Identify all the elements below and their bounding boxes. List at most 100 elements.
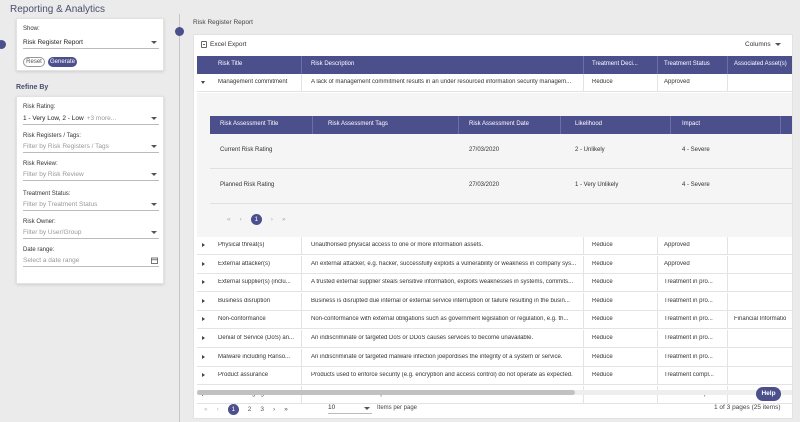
prev-page-button[interactable]: ‹ [217, 406, 219, 413]
treatment-decision-cell: Reduce [592, 335, 613, 341]
expand-row-icon[interactable] [202, 373, 205, 378]
chevron-down-icon [151, 173, 157, 176]
next-page-button[interactable]: › [271, 216, 273, 223]
excel-export-button[interactable]: Excel Export [201, 41, 247, 48]
page-1-button[interactable]: 1 [227, 404, 239, 415]
table-row[interactable]: Physical threat(s) Unauthorised physical … [197, 237, 792, 255]
subtable-header: Risk Assessment Title Risk Assessment Ta… [210, 116, 792, 134]
items-per-page-value: 10 [328, 404, 336, 411]
help-button[interactable]: Help [756, 387, 781, 401]
expand-row-icon[interactable] [202, 336, 205, 340]
expand-row-icon[interactable] [202, 261, 205, 266]
subcolumn-header-impact[interactable]: Impact [682, 121, 700, 127]
table-row[interactable]: Malware including Ranso... An indiscrimin… [197, 348, 792, 367]
expand-row-icon[interactable] [202, 298, 205, 303]
cell-divider [583, 274, 584, 293]
last-page-button[interactable]: » [284, 406, 288, 413]
cell-divider [727, 274, 728, 293]
column-header-treatment-decision[interactable]: Treatment Deci... [592, 61, 638, 67]
subtable-row[interactable]: Planned Risk Rating 27/03/2020 1 - Very … [210, 169, 792, 204]
subcolumn-header-assessment-title[interactable]: Risk Assessment Title [220, 121, 278, 127]
risk-rating-select[interactable]: 1 - Very Low, 2 - Low +3 more... [23, 114, 159, 125]
subcolumn-header-assessment-date[interactable]: Risk Assessment Date [469, 121, 529, 127]
cell-divider [301, 237, 302, 255]
risk-title-cell: Malware including Ranso... [218, 353, 291, 360]
show-select[interactable]: Risk Register Report [23, 38, 159, 49]
scrollbar-thumb[interactable] [197, 390, 575, 395]
table-row[interactable]: Denial of Service (DoS) an... An indiscri… [197, 330, 792, 348]
cell-divider [727, 255, 728, 274]
cell-divider [583, 311, 584, 330]
risk-registers-select[interactable]: Filter by Risk Registers / Tags [23, 142, 159, 153]
cell-divider [301, 274, 302, 293]
risk-title-cell: Physical threat(s) [218, 242, 265, 248]
risk-review-select[interactable]: Filter by Risk Review [23, 170, 159, 181]
cell-divider [301, 255, 302, 274]
page-2-button[interactable]: 2 [248, 406, 252, 413]
refine-by-heading: Refine By [16, 84, 49, 91]
prev-page-button[interactable]: ‹ [240, 216, 242, 223]
next-page-button[interactable]: › [273, 406, 275, 413]
subcolumn-header-likelihood[interactable]: Likelihood [575, 121, 602, 127]
expand-row-icon[interactable] [202, 317, 205, 322]
column-header-treatment-status[interactable]: Treatment Status [664, 61, 710, 67]
subtable-row[interactable]: Current Risk Rating 27/03/2020 2 - Unlik… [210, 134, 792, 169]
column-header-associated-assets[interactable]: Associated Asset(s) [734, 61, 787, 67]
table-row[interactable]: Product assurance Products used to enforc… [197, 367, 792, 386]
collapse-row-icon[interactable] [201, 81, 205, 84]
collapse-middle-panel-button[interactable] [175, 27, 184, 36]
assessment-date-cell: 27/03/2020 [469, 147, 500, 153]
columns-button[interactable]: Columns [745, 41, 781, 48]
items-per-page-select[interactable]: 10 [328, 404, 372, 414]
filters-card: Risk Rating: 1 - Very Low, 2 - Low +3 mor… [16, 96, 164, 284]
treatment-decision-cell: Reduce [592, 242, 613, 248]
risk-description-cell: Unauthorised physical access to one or m… [311, 242, 484, 248]
risk-description-cell: A trusted external supplier steals sensi… [311, 279, 574, 286]
report-card: Excel Export Columns Risk Title Risk Des… [193, 34, 793, 419]
column-header-risk-title[interactable]: Risk Title [218, 61, 242, 67]
treatment-decision-cell: Reduce [592, 297, 613, 304]
first-page-button[interactable]: « [227, 216, 231, 223]
table-row[interactable]: Business disruption Business is disrupted… [197, 292, 792, 311]
horizontal-scrollbar[interactable] [197, 390, 792, 395]
calendar-icon[interactable] [151, 257, 158, 264]
chevron-down-icon [151, 145, 157, 148]
last-page-button[interactable]: » [282, 216, 286, 223]
expand-row-icon[interactable] [202, 280, 205, 285]
cell-divider [301, 367, 302, 386]
table-row[interactable]: Non-conformance Non-conformance with exte… [197, 311, 792, 330]
page-3-button[interactable]: 3 [260, 406, 264, 413]
treatment-status-select[interactable]: Filter by Treatment Status [23, 200, 159, 211]
subcolumn-header-assessment-tags[interactable]: Risk Assessment Tags [328, 121, 388, 127]
cell-divider [583, 348, 584, 367]
cell-divider [657, 255, 658, 274]
risk-title-cell: Business disruption [218, 297, 271, 304]
risk-title-cell: External supplier(s) (inclu... [218, 279, 291, 286]
risk-description-cell: An indiscriminate or targeted malware in… [311, 353, 563, 360]
risk-description-cell: Products used to enforce security (e.g. … [311, 372, 573, 379]
risk-rating-label: Risk Rating: [23, 104, 56, 110]
treatment-decision-cell: Reduce [592, 279, 613, 286]
table-row[interactable]: External supplier(s) (inclu... A trusted … [197, 274, 792, 293]
date-range-input[interactable]: Select a date range [23, 256, 159, 267]
generate-button[interactable]: Generate [48, 57, 77, 67]
reset-button[interactable]: Reset [23, 57, 45, 67]
risk-title-cell: External attacker(s) [218, 260, 271, 267]
risk-owner-placeholder: Filter by User/Group [23, 229, 82, 236]
cell-divider [657, 274, 658, 293]
collapse-left-panel-button[interactable] [0, 40, 6, 49]
cell-divider [727, 348, 728, 367]
table-row[interactable]: Management commitment A lack of manageme… [197, 74, 792, 92]
expand-row-icon[interactable] [202, 243, 205, 247]
assessment-title-cell: Current Risk Rating [220, 147, 273, 153]
expand-row-icon[interactable] [202, 354, 205, 359]
risk-owner-select[interactable]: Filter by User/Group [23, 228, 159, 239]
cell-divider [727, 74, 728, 92]
first-page-button[interactable]: « [204, 406, 208, 413]
chevron-down-icon [151, 231, 157, 234]
table-row[interactable]: External attacker(s) An external attacker… [197, 255, 792, 274]
risk-title-cell: Product assurance [218, 372, 269, 379]
column-header-risk-description[interactable]: Risk Description [311, 61, 354, 67]
page-1-button[interactable]: 1 [250, 214, 262, 225]
panel-divider[interactable] [179, 14, 180, 422]
